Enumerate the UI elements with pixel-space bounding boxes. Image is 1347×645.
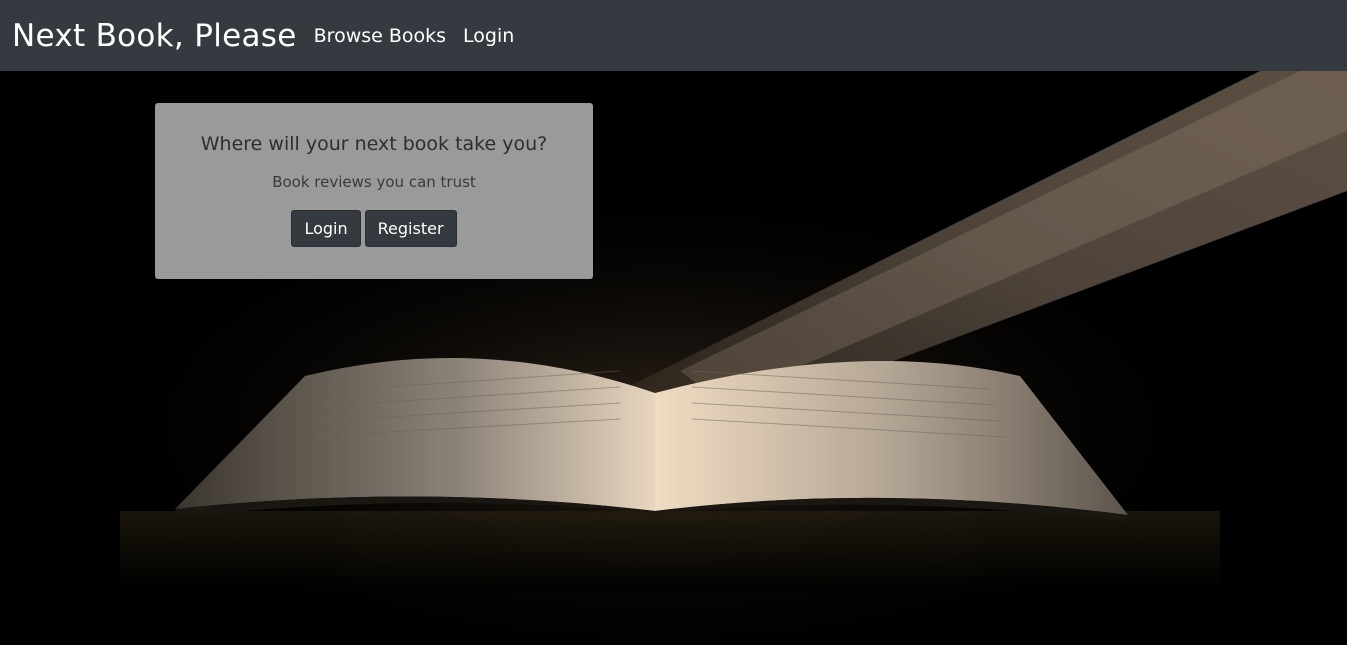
card-heading: Where will your next book take you?	[200, 133, 548, 155]
top-navbar: Next Book, Please Browse Books Login	[0, 0, 1347, 71]
welcome-card: Where will your next book take you? Book…	[155, 103, 593, 279]
nav-browse-books-link[interactable]: Browse Books	[314, 25, 446, 47]
login-button[interactable]: Login	[291, 210, 361, 247]
card-subtitle: Book reviews you can trust	[272, 173, 476, 191]
brand-link[interactable]: Next Book, Please	[12, 18, 297, 54]
register-button[interactable]: Register	[364, 210, 457, 247]
hero-section: Where will your next book take you? Book…	[0, 71, 1347, 645]
card-button-group: Login Register	[155, 210, 593, 247]
nav-login-link[interactable]: Login	[463, 25, 514, 47]
